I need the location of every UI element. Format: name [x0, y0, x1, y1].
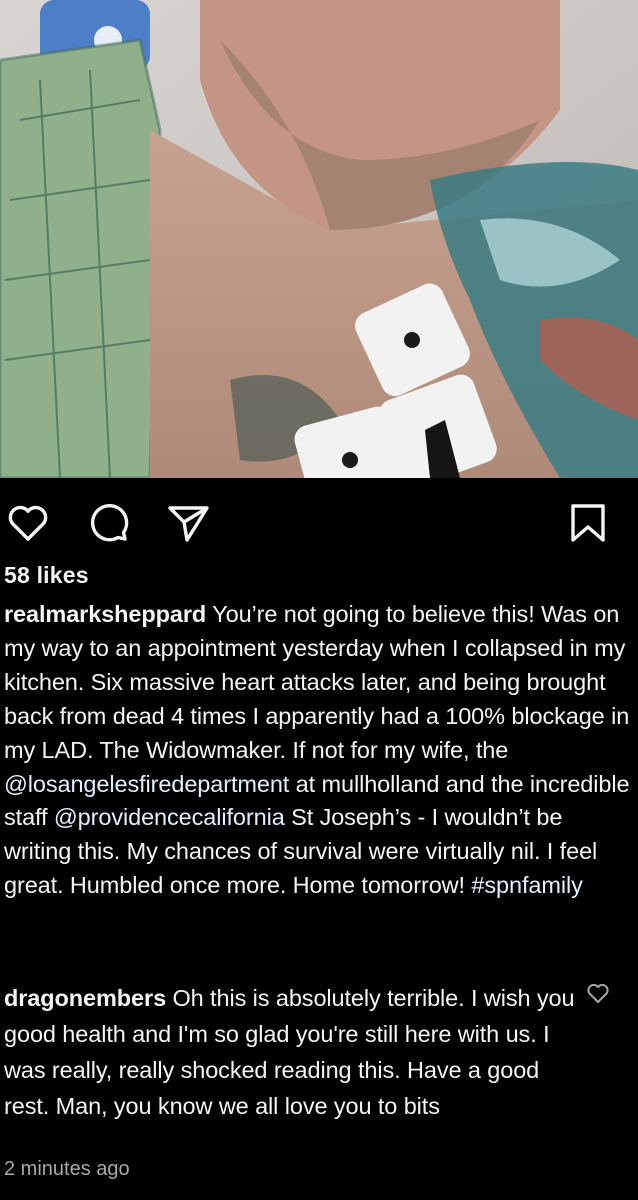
like-button[interactable]	[4, 498, 52, 546]
save-button[interactable]	[564, 498, 612, 546]
likes-count[interactable]: 58 likes	[4, 562, 89, 589]
mention-link-providence[interactable]: @providencecalifornia	[54, 804, 285, 830]
post-image[interactable]	[0, 0, 638, 478]
post-timestamp: 2 minutes ago	[4, 1158, 130, 1180]
share-button[interactable]	[164, 498, 212, 546]
comment-item: dragonembers Oh this is absolutely terri…	[4, 980, 584, 1124]
post-caption: realmarksheppard You’re not going to bel…	[4, 598, 630, 903]
bookmark-outline-icon	[571, 504, 605, 542]
caption-username[interactable]: realmarksheppard	[4, 601, 206, 627]
heart-outline-icon	[587, 983, 609, 1003]
comment-username[interactable]: dragonembers	[4, 985, 166, 1011]
hashtag-link[interactable]: #spnfamily	[471, 872, 582, 898]
comment-button[interactable]	[84, 498, 132, 546]
post-action-bar	[0, 478, 638, 562]
comment-like-button[interactable]	[585, 980, 611, 1006]
paper-plane-icon	[168, 506, 209, 542]
heart-outline-icon	[8, 505, 48, 541]
post-photo-illustration	[0, 0, 638, 478]
comment-bubble-icon	[90, 504, 129, 542]
mention-link-lafd[interactable]: @losangelesfiredepartment	[4, 771, 289, 797]
